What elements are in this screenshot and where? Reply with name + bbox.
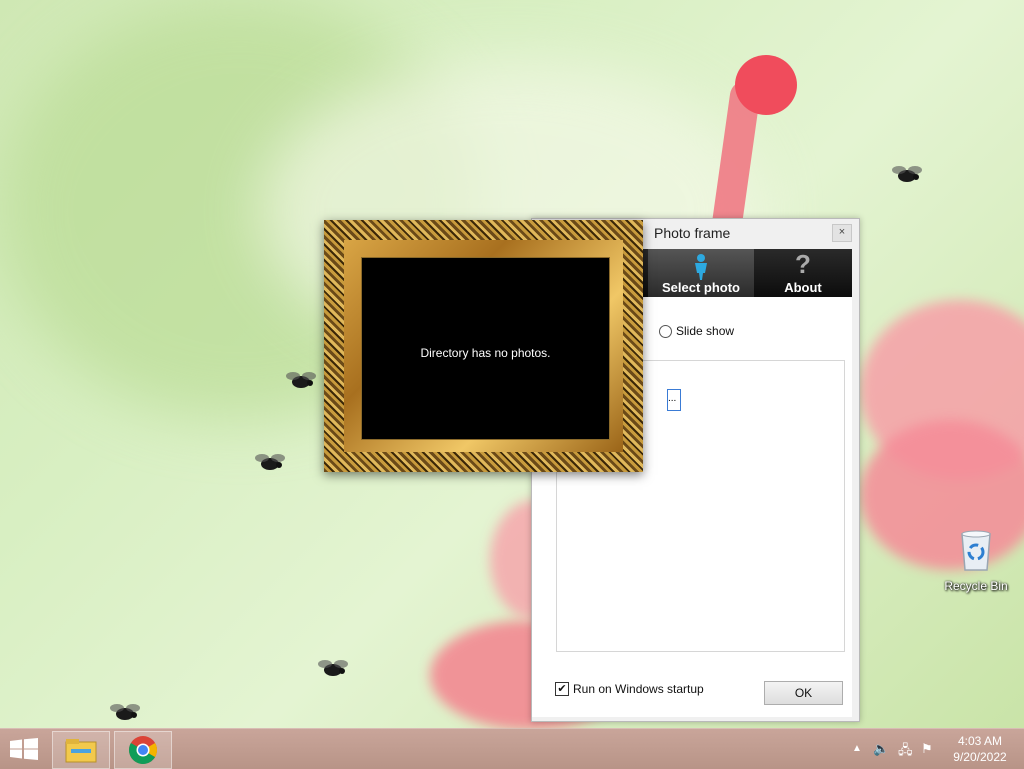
volume-muted-icon[interactable]: 🔈 [873, 741, 889, 757]
tab-select-photo-label: Select photo [661, 280, 740, 295]
no-photos-message: Directory has no photos. [420, 346, 551, 360]
dialog-title: Photo frame [654, 225, 731, 241]
tab-about-label: About [784, 280, 822, 295]
recycle-bin-icon [961, 530, 991, 571]
recycle-bin-label: Recycle Bin [944, 579, 1008, 593]
run-on-startup-checkbox[interactable]: ✔ [555, 682, 569, 696]
close-button[interactable]: × [832, 224, 852, 242]
slide-show-radio[interactable] [659, 324, 672, 338]
system-clock[interactable]: 4:03 AM 9/20/2022 [944, 733, 1016, 765]
browse-button[interactable]: ... [667, 389, 681, 411]
fly-icon [318, 660, 348, 676]
tab-about[interactable]: ? About [754, 249, 852, 297]
taskbar: ▲ 🔈 🖧 ⚑ 4:03 AM 9/20/2022 [0, 728, 1024, 769]
slide-show-option[interactable]: Slide show [659, 324, 734, 338]
photo-frame-widget[interactable]: Directory has no photos. [324, 220, 643, 472]
photo-display: Directory has no photos. [361, 257, 610, 440]
ok-button[interactable]: OK [764, 681, 843, 705]
person-icon [695, 254, 707, 280]
taskbar-file-explorer[interactable] [52, 731, 110, 769]
show-hidden-icons-icon[interactable]: ▲ [852, 743, 862, 754]
clock-date: 9/20/2022 [953, 750, 1007, 764]
recycle-bin[interactable]: Recycle Bin [940, 528, 1012, 593]
fly-icon [286, 372, 316, 388]
flower-pistil [735, 55, 797, 115]
run-on-startup-option[interactable]: ✔ Run on Windows startup [555, 682, 704, 696]
taskbar-chrome[interactable] [114, 731, 172, 769]
start-button[interactable] [10, 738, 38, 760]
network-icon[interactable]: 🖧 [898, 741, 913, 763]
fly-icon [110, 704, 140, 720]
run-on-startup-label: Run on Windows startup [573, 682, 704, 696]
clock-time: 4:03 AM [957, 734, 1003, 748]
file-explorer-icon [65, 739, 97, 763]
tab-select-photo[interactable]: Select photo [648, 249, 754, 297]
fly-icon [255, 454, 285, 470]
fly-icon [892, 166, 922, 182]
slide-show-label: Slide show [676, 324, 735, 338]
action-center-flag-icon[interactable]: ⚑ [921, 741, 933, 757]
question-icon: ? [795, 249, 811, 279]
chrome-icon [129, 736, 157, 764]
